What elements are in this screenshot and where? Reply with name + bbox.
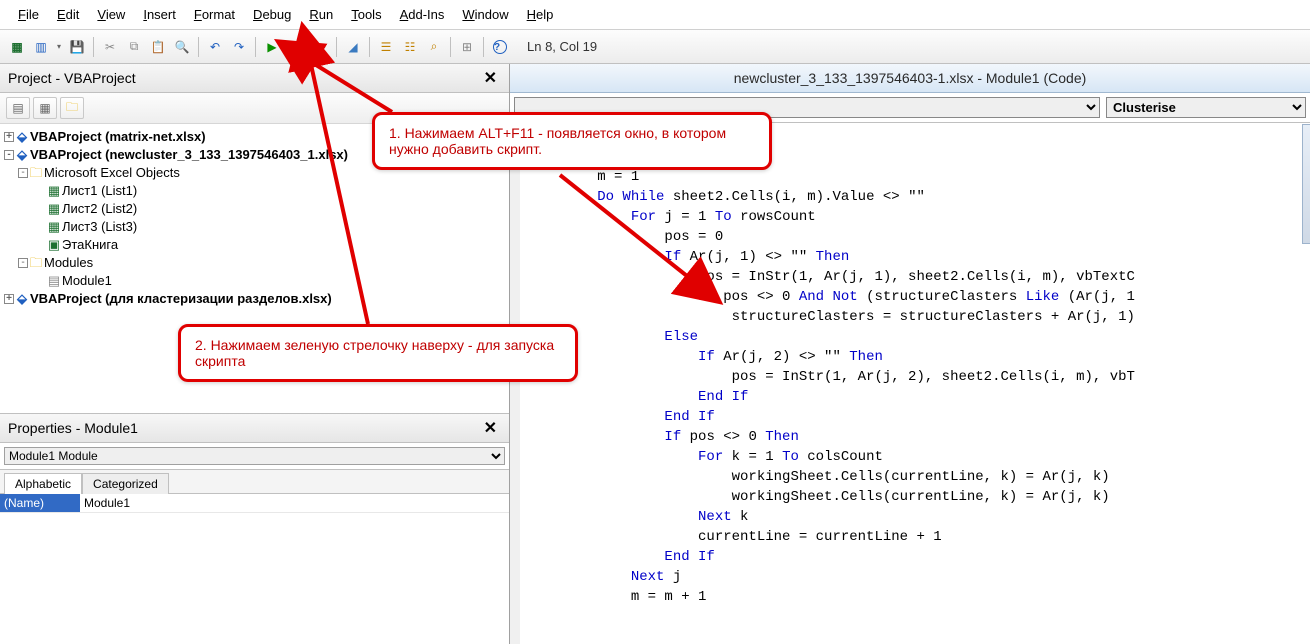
menu-format[interactable]: Format (186, 4, 243, 25)
property-row[interactable]: (Name) Module1 (0, 494, 509, 513)
procedure-selector[interactable]: Clusterise (1106, 97, 1306, 118)
close-icon[interactable]: ✕ (480, 68, 501, 88)
object-dropdown[interactable]: Module1 Module (4, 447, 505, 465)
save-button[interactable]: 💾 (66, 36, 88, 58)
menu-view[interactable]: View (89, 4, 133, 25)
menu-file[interactable]: File (10, 4, 47, 25)
menu-add-ins[interactable]: Add-Ins (392, 4, 453, 25)
cursor-position: Ln 8, Col 19 (517, 37, 607, 56)
tree-node[interactable]: ▣ ЭтаКнига (4, 236, 509, 254)
menu-window[interactable]: Window (454, 4, 516, 25)
code-editor[interactable]: etNum = workingSheetNum + 1 currentLine … (510, 123, 1310, 644)
find-button[interactable]: 🔍 (171, 36, 193, 58)
tree-node[interactable]: + ⬙ VBAProject (для кластеризации раздел… (4, 290, 509, 308)
menu-bar: FileEditViewInsertFormatDebugRunToolsAdd… (0, 0, 1310, 30)
project-explorer-button[interactable]: ☰ (375, 36, 397, 58)
object-browser-button[interactable]: ⌕ (423, 36, 445, 58)
properties-grid: (Name) Module1 (0, 494, 509, 644)
redo-button[interactable]: ↷ (228, 36, 250, 58)
design-mode-button[interactable]: ◢ (342, 36, 364, 58)
properties-object-selector[interactable]: Module1 Module (0, 443, 509, 470)
tree-node[interactable]: - 🗀 Modules (4, 254, 509, 272)
tab-alphabetic[interactable]: Alphabetic (4, 473, 82, 494)
reset-button[interactable]: ■ (309, 36, 331, 58)
undo-button[interactable]: ↶ (204, 36, 226, 58)
view-code-button[interactable]: ▤ (6, 97, 30, 119)
toolbox-button[interactable]: ⊞ (456, 36, 478, 58)
cut-button[interactable]: ✂ (99, 36, 121, 58)
main-toolbar: ▦ ▥ ▾ 💾 ✂ ⧉ 📋 🔍 ↶ ↷ ▶ Ⅱ ■ ◢ ☰ ☷ ⌕ ⊞ ? Ln… (0, 30, 1310, 64)
menu-help[interactable]: Help (519, 4, 562, 25)
scrollbar[interactable] (1302, 124, 1310, 244)
menu-debug[interactable]: Debug (245, 4, 299, 25)
break-button[interactable]: Ⅱ (285, 36, 307, 58)
properties-title-text: Properties - Module1 (8, 420, 138, 436)
property-name-cell: (Name) (0, 494, 80, 512)
properties-window-button[interactable]: ☷ (399, 36, 421, 58)
copy-button[interactable]: ⧉ (123, 36, 145, 58)
help-button[interactable]: ? (489, 36, 511, 58)
properties-pane-title: Properties - Module1 ✕ (0, 414, 509, 443)
view-object-button[interactable]: ▦ (33, 97, 57, 119)
menu-insert[interactable]: Insert (135, 4, 184, 25)
tree-node[interactable]: ▦ Лист2 (List2) (4, 200, 509, 218)
annotation-callout-1: 1. Нажимаем ALT+F11 - появляется окно, в… (372, 112, 772, 170)
code-window-title: newcluster_3_133_1397546403-1.xlsx - Mod… (510, 64, 1310, 93)
menu-run[interactable]: Run (301, 4, 341, 25)
properties-pane: Properties - Module1 ✕ Module1 Module Al… (0, 414, 509, 644)
property-value-cell[interactable]: Module1 (80, 494, 509, 512)
excel-icon[interactable]: ▦ (6, 36, 28, 58)
annotation-callout-2: 2. Нажимаем зеленую стрелочку наверху - … (178, 324, 578, 382)
insert-dropdown[interactable]: ▾ (54, 42, 64, 51)
project-pane-title: Project - VBAProject ✕ (0, 64, 509, 93)
insert-module-button[interactable]: ▥ (30, 36, 52, 58)
tree-node[interactable]: ▤ Module1 (4, 272, 509, 290)
tree-node[interactable]: ▦ Лист3 (List3) (4, 218, 509, 236)
project-pane-title-text: Project - VBAProject (8, 70, 136, 86)
tree-node[interactable]: ▦ Лист1 (List1) (4, 182, 509, 200)
run-button[interactable]: ▶ (261, 36, 283, 58)
menu-tools[interactable]: Tools (343, 4, 389, 25)
properties-tabs: Alphabetic Categorized (0, 470, 509, 494)
menu-edit[interactable]: Edit (49, 4, 87, 25)
toggle-folders-button[interactable]: 🗀 (60, 97, 84, 119)
close-icon[interactable]: ✕ (480, 418, 501, 438)
paste-button[interactable]: 📋 (147, 36, 169, 58)
tab-categorized[interactable]: Categorized (82, 473, 169, 494)
